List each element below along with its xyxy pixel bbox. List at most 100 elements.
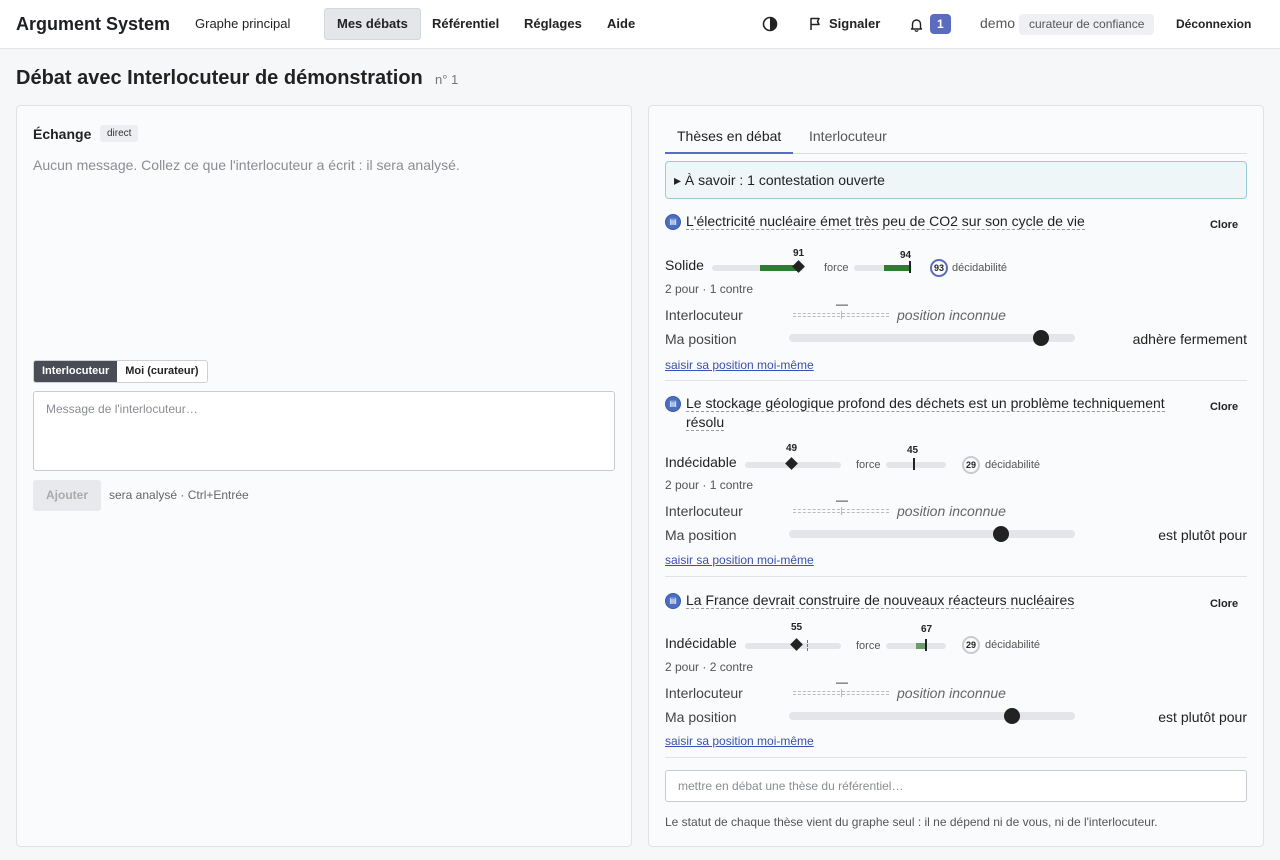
nav-main-graph[interactable]: Graphe principal bbox=[183, 8, 302, 40]
decidability-label: décidabilité bbox=[985, 459, 1041, 471]
pro-con-count: 2 pour · 1 contre bbox=[665, 478, 754, 492]
solidity-value: 91 bbox=[793, 248, 805, 259]
divider bbox=[665, 757, 1247, 758]
thesis-status: Indécidable bbox=[665, 454, 737, 470]
flag-icon bbox=[810, 17, 820, 30]
interlocutor-label: Interlocuteur bbox=[665, 503, 743, 519]
role-badge: curateur de confiance bbox=[1019, 14, 1155, 35]
add-message-button[interactable]: Ajouter bbox=[33, 480, 101, 511]
interlocutor-scale bbox=[793, 507, 889, 515]
thesis-card: ▤ L'électricité nucléaire émet très peu … bbox=[665, 212, 1247, 372]
self-position-link[interactable]: saisir sa position moi-même bbox=[665, 734, 814, 748]
decidability-indicator: 29 bbox=[962, 456, 980, 474]
thesis-title[interactable]: La France devrait construire de nouveaux… bbox=[686, 591, 1176, 610]
thesis-icon: ▤ bbox=[665, 396, 681, 412]
thesis-status: Indécidable bbox=[665, 635, 737, 651]
pro-con-count: 2 pour · 2 contre bbox=[665, 660, 754, 674]
message-input[interactable]: Message de l'interlocuteur… bbox=[33, 391, 615, 471]
empty-exchange-message: Aucun message. Collez ce que l'interlocu… bbox=[33, 157, 460, 173]
solidity-marker bbox=[790, 638, 803, 651]
my-position-handle[interactable] bbox=[1032, 330, 1049, 346]
thesis-card: ▤ Le stockage géologique profond des déc… bbox=[665, 394, 1247, 567]
page-title: Débat avec Interlocuteur de démonstratio… bbox=[16, 67, 423, 89]
add-thesis-input[interactable]: mettre en débat une thèse du référentiel… bbox=[665, 770, 1247, 802]
my-position-handle[interactable] bbox=[1004, 708, 1021, 724]
self-position-link[interactable]: saisir sa position moi-même bbox=[665, 553, 814, 567]
self-position-link[interactable]: saisir sa position moi-même bbox=[665, 358, 814, 372]
force-gauge bbox=[886, 639, 946, 651]
unknown-position: position inconnue bbox=[897, 503, 1006, 519]
force-label: force bbox=[824, 262, 849, 274]
interlocutor-scale bbox=[793, 311, 889, 319]
unknown-position: position inconnue bbox=[897, 307, 1006, 323]
my-position-text: adhère fermement bbox=[1132, 331, 1247, 347]
solidity-value: 49 bbox=[786, 443, 798, 454]
close-thesis-button[interactable]: Clore bbox=[1201, 396, 1247, 418]
solidity-marker bbox=[785, 457, 798, 470]
thesis-icon: ▤ bbox=[665, 214, 681, 230]
close-thesis-button[interactable]: Clore bbox=[1201, 214, 1247, 236]
solidity-reference bbox=[807, 640, 808, 651]
interlocutor-value: — bbox=[836, 297, 848, 311]
exchange-title: Échange bbox=[33, 126, 92, 142]
thesis-title[interactable]: L'électricité nucléaire émet très peu de… bbox=[686, 212, 1176, 231]
my-position-text: est plutôt pour bbox=[1158, 527, 1247, 543]
my-position-slider[interactable] bbox=[789, 708, 1075, 724]
report-label: Signaler bbox=[829, 16, 881, 31]
interlocutor-label: Interlocuteur bbox=[665, 685, 743, 701]
force-marker bbox=[913, 458, 915, 470]
add-hint: sera analysé · Ctrl+Entrée bbox=[109, 488, 249, 502]
decidability-label: décidabilité bbox=[985, 639, 1041, 651]
solidity-gauge bbox=[745, 457, 841, 470]
force-fill bbox=[884, 265, 910, 271]
nav-help[interactable]: Aide bbox=[595, 8, 647, 40]
tab-interlocutor[interactable]: Interlocuteur bbox=[797, 124, 899, 154]
nav-settings[interactable]: Réglages bbox=[512, 8, 594, 40]
notifications-count-badge: 1 bbox=[930, 14, 951, 34]
my-position-label: Ma position bbox=[665, 709, 737, 725]
my-position-slider[interactable] bbox=[789, 526, 1075, 542]
divider bbox=[665, 380, 1247, 381]
force-gauge bbox=[886, 458, 946, 470]
nav-my-debates[interactable]: Mes débats bbox=[324, 8, 421, 40]
interlocutor-value: — bbox=[836, 493, 848, 507]
decidability-indicator: 29 bbox=[962, 636, 980, 654]
force-marker bbox=[909, 261, 911, 273]
logout-button[interactable]: Déconnexion bbox=[1164, 8, 1263, 40]
user-name: demo bbox=[980, 15, 1016, 31]
notifications-button[interactable]: 1 bbox=[909, 8, 951, 40]
my-position-text: est plutôt pour bbox=[1158, 709, 1247, 725]
thesis-status: Solide bbox=[665, 257, 704, 273]
mode-badge: direct bbox=[100, 125, 139, 142]
report-button[interactable]: Signaler bbox=[808, 8, 880, 40]
thesis-card: ▤ La France devrait construire de nouvea… bbox=[665, 591, 1247, 751]
nav-repository[interactable]: Référentiel bbox=[420, 8, 511, 40]
my-position-handle[interactable] bbox=[992, 526, 1009, 542]
force-label: force bbox=[856, 640, 881, 652]
status-row: Indécidable 55 force 67 29 décidabilité bbox=[665, 622, 1085, 656]
theses-panel: Thèses en débat Interlocuteur ▸ À savoir… bbox=[648, 105, 1264, 847]
decidability-label: décidabilité bbox=[952, 262, 1008, 274]
thesis-icon: ▤ bbox=[665, 593, 681, 609]
solidity-gauge bbox=[745, 638, 841, 651]
interlocutor-label: Interlocuteur bbox=[665, 307, 743, 323]
contrast-toggle-button[interactable] bbox=[762, 8, 778, 40]
my-position-label: Ma position bbox=[665, 331, 737, 347]
solidity-gauge bbox=[712, 260, 805, 273]
thesis-title[interactable]: Le stockage géologique profond des déche… bbox=[686, 394, 1176, 432]
my-position-label: Ma position bbox=[665, 527, 737, 543]
open-contestation-notice[interactable]: ▸ À savoir : 1 contestation ouverte bbox=[665, 161, 1247, 199]
close-thesis-button[interactable]: Clore bbox=[1201, 593, 1247, 615]
force-marker bbox=[925, 639, 927, 651]
speaker-option-interlocutor[interactable]: Interlocuteur bbox=[34, 361, 118, 382]
interlocutor-value: — bbox=[836, 675, 848, 689]
my-position-slider[interactable] bbox=[789, 330, 1075, 346]
decidability-indicator: 93 bbox=[930, 259, 948, 277]
debate-number: n° 1 bbox=[435, 72, 459, 87]
force-value: 45 bbox=[907, 445, 919, 456]
footnote: Le statut de chaque thèse vient du graph… bbox=[665, 815, 1158, 829]
contrast-icon bbox=[762, 16, 778, 32]
divider bbox=[665, 576, 1247, 577]
tab-theses[interactable]: Thèses en débat bbox=[665, 124, 794, 154]
speaker-option-curator[interactable]: Moi (curateur) bbox=[117, 361, 207, 382]
